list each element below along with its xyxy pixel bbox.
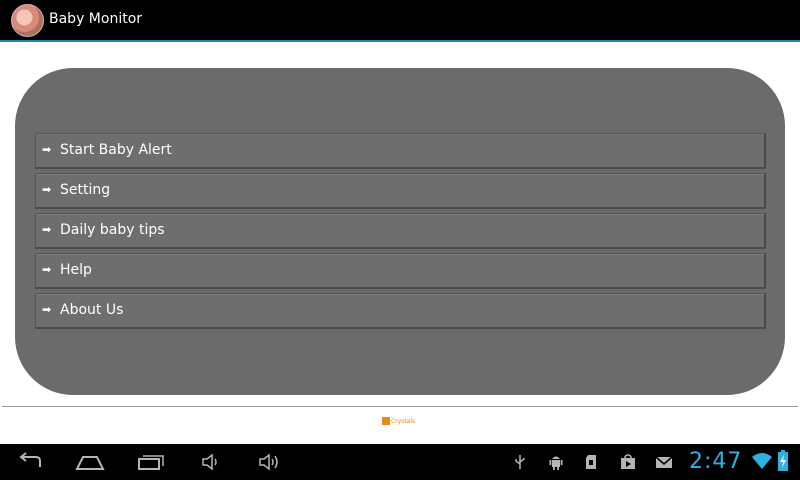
- menu-item-daily-baby-tips[interactable]: ➡ Daily baby tips: [35, 213, 766, 249]
- arrow-right-icon: ➡: [42, 263, 52, 276]
- menu-item-about-us[interactable]: ➡ About Us: [35, 293, 766, 329]
- menu-item-label: About Us: [60, 302, 124, 318]
- gmail-icon: [655, 456, 673, 468]
- menu-item-help[interactable]: ➡ Help: [35, 253, 766, 289]
- arrow-right-icon: ➡: [42, 183, 52, 196]
- footer-divider: [2, 406, 798, 407]
- wifi-icon: [752, 453, 772, 469]
- sd-card-icon: [586, 455, 596, 469]
- menu-item-label: Help: [60, 262, 92, 278]
- brand-text: Crystals: [391, 417, 416, 425]
- menu-item-label: Start Baby Alert: [60, 142, 172, 158]
- status-clock: 2:47: [689, 449, 743, 474]
- recent-apps-icon[interactable]: [137, 453, 165, 471]
- usb-icon: [515, 455, 525, 469]
- android-debug-icon: [549, 456, 563, 470]
- menu-item-setting[interactable]: ➡ Setting: [35, 173, 766, 209]
- action-bar-divider: [0, 40, 800, 42]
- menu-item-label: Daily baby tips: [60, 222, 165, 238]
- action-bar: Baby Monitor: [0, 0, 800, 40]
- app-title: Baby Monitor: [49, 11, 143, 27]
- app-icon[interactable]: [11, 4, 44, 37]
- brand-mark-icon: [382, 417, 390, 425]
- menu-item-label: Setting: [60, 182, 111, 198]
- arrow-right-icon: ➡: [42, 223, 52, 236]
- brand-logo[interactable]: Crystals: [382, 415, 415, 427]
- back-icon[interactable]: [16, 452, 44, 472]
- menu-item-start-baby-alert[interactable]: ➡ Start Baby Alert: [35, 133, 766, 169]
- volume-down-icon[interactable]: [200, 453, 222, 471]
- system-bar: [0, 444, 800, 480]
- store-icon: [621, 454, 635, 469]
- volume-up-icon[interactable]: [257, 453, 283, 471]
- arrow-right-icon: ➡: [42, 303, 52, 316]
- home-icon[interactable]: [75, 453, 105, 471]
- battery-icon: [778, 450, 788, 471]
- arrow-right-icon: ➡: [42, 143, 52, 156]
- menu-panel: ➡ Start Baby Alert ➡ Setting ➡ Daily bab…: [15, 68, 785, 395]
